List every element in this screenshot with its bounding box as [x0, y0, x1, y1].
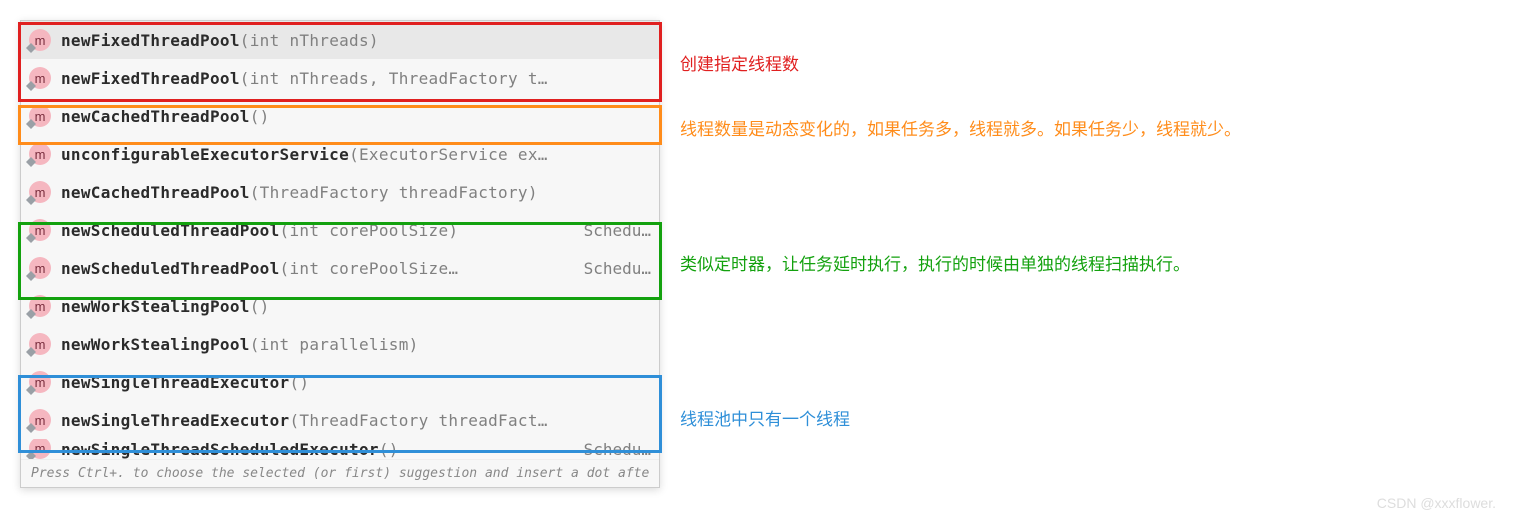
method-icon: m: [29, 295, 51, 317]
method-icon: m: [29, 29, 51, 51]
completion-hint: Press Ctrl+. to choose the selected (or …: [21, 459, 659, 487]
completion-item[interactable]: m newSingleThreadExecutor(ThreadFactory t…: [21, 401, 659, 439]
completion-method-name: newSingleThreadScheduledExecutor: [61, 440, 379, 459]
completion-params: (): [289, 373, 309, 392]
completion-item[interactable]: m unconfigurableExecutorService(ExecutorS…: [21, 135, 659, 173]
completion-item[interactable]: m newSingleThreadExecutor(): [21, 363, 659, 401]
completion-return-type: Schedu…: [564, 440, 651, 459]
completion-item[interactable]: m newSingleThreadScheduledExecutor() Sched…: [21, 439, 659, 459]
method-icon: m: [29, 67, 51, 89]
completion-method-name: newWorkStealingPool: [61, 297, 250, 316]
completion-method-name: newFixedThreadPool: [61, 69, 240, 88]
completion-method-name: newFixedThreadPool: [61, 31, 240, 50]
method-icon: m: [29, 219, 51, 241]
code-completion-popup[interactable]: mnewFixedThreadPool(int nThreads)mnewFix…: [20, 20, 660, 488]
annotation-orange: 线程数量是动态变化的，如果任务多，线程就多。如果任务少，线程就少。: [680, 115, 1241, 140]
completion-params: (int nThreads): [240, 31, 379, 50]
completion-params: (ThreadFactory threadFact…: [289, 411, 547, 430]
completion-method-name: newCachedThreadPool: [61, 107, 250, 126]
method-icon: m: [29, 257, 51, 279]
completion-params: (int parallelism): [250, 335, 419, 354]
annotation-green: 类似定时器，让任务延时执行，执行的时候由单独的线程扫描执行。: [680, 250, 1190, 275]
completion-params: (int nThreads, ThreadFactory t…: [240, 69, 548, 88]
completion-params: (ExecutorService ex…: [349, 145, 548, 164]
method-icon: m: [29, 143, 51, 165]
completion-method-name: newSingleThreadExecutor: [61, 411, 289, 430]
method-icon: m: [29, 181, 51, 203]
method-icon: m: [29, 439, 51, 459]
completion-item[interactable]: m newWorkStealingPool(int parallelism): [21, 325, 659, 363]
completion-params: (int corePoolSize): [280, 221, 459, 240]
annotation-red: 创建指定线程数: [680, 50, 799, 75]
method-icon: m: [29, 333, 51, 355]
completion-params: (int corePoolSize…: [280, 259, 459, 278]
method-icon: m: [29, 409, 51, 431]
completion-params: (): [250, 107, 270, 126]
completion-method-name: newCachedThreadPool: [61, 183, 250, 202]
completion-params: (): [379, 440, 399, 459]
completion-item[interactable]: m newScheduledThreadPool(int corePoolSize…: [21, 249, 659, 287]
completion-method-name: newWorkStealingPool: [61, 335, 250, 354]
completion-item[interactable]: m newFixedThreadPool(int nThreads): [21, 21, 659, 59]
watermark: CSDN @xxxflower.: [1377, 495, 1496, 511]
completion-item[interactable]: m newScheduledThreadPool(int corePoolSize…: [21, 211, 659, 249]
completion-return-type: Schedu…: [564, 221, 651, 240]
completion-item[interactable]: m newCachedThreadPool(): [21, 97, 659, 135]
method-icon: m: [29, 371, 51, 393]
completion-method-name: newSingleThreadExecutor: [61, 373, 289, 392]
completion-return-type: Schedu…: [564, 259, 651, 278]
completion-params: (ThreadFactory threadFactory): [250, 183, 538, 202]
completion-params: (): [250, 297, 270, 316]
completion-item[interactable]: m newCachedThreadPool(ThreadFactory threa…: [21, 173, 659, 211]
method-icon: m: [29, 105, 51, 127]
completion-item[interactable]: m newWorkStealingPool(): [21, 287, 659, 325]
completion-item[interactable]: m newFixedThreadPool(int nThreads, Thread…: [21, 59, 659, 97]
completion-method-name: unconfigurableExecutorService: [61, 145, 349, 164]
annotation-blue: 线程池中只有一个线程: [680, 405, 850, 430]
completion-method-name: newScheduledThreadPool: [61, 221, 280, 240]
completion-method-name: newScheduledThreadPool: [61, 259, 280, 278]
